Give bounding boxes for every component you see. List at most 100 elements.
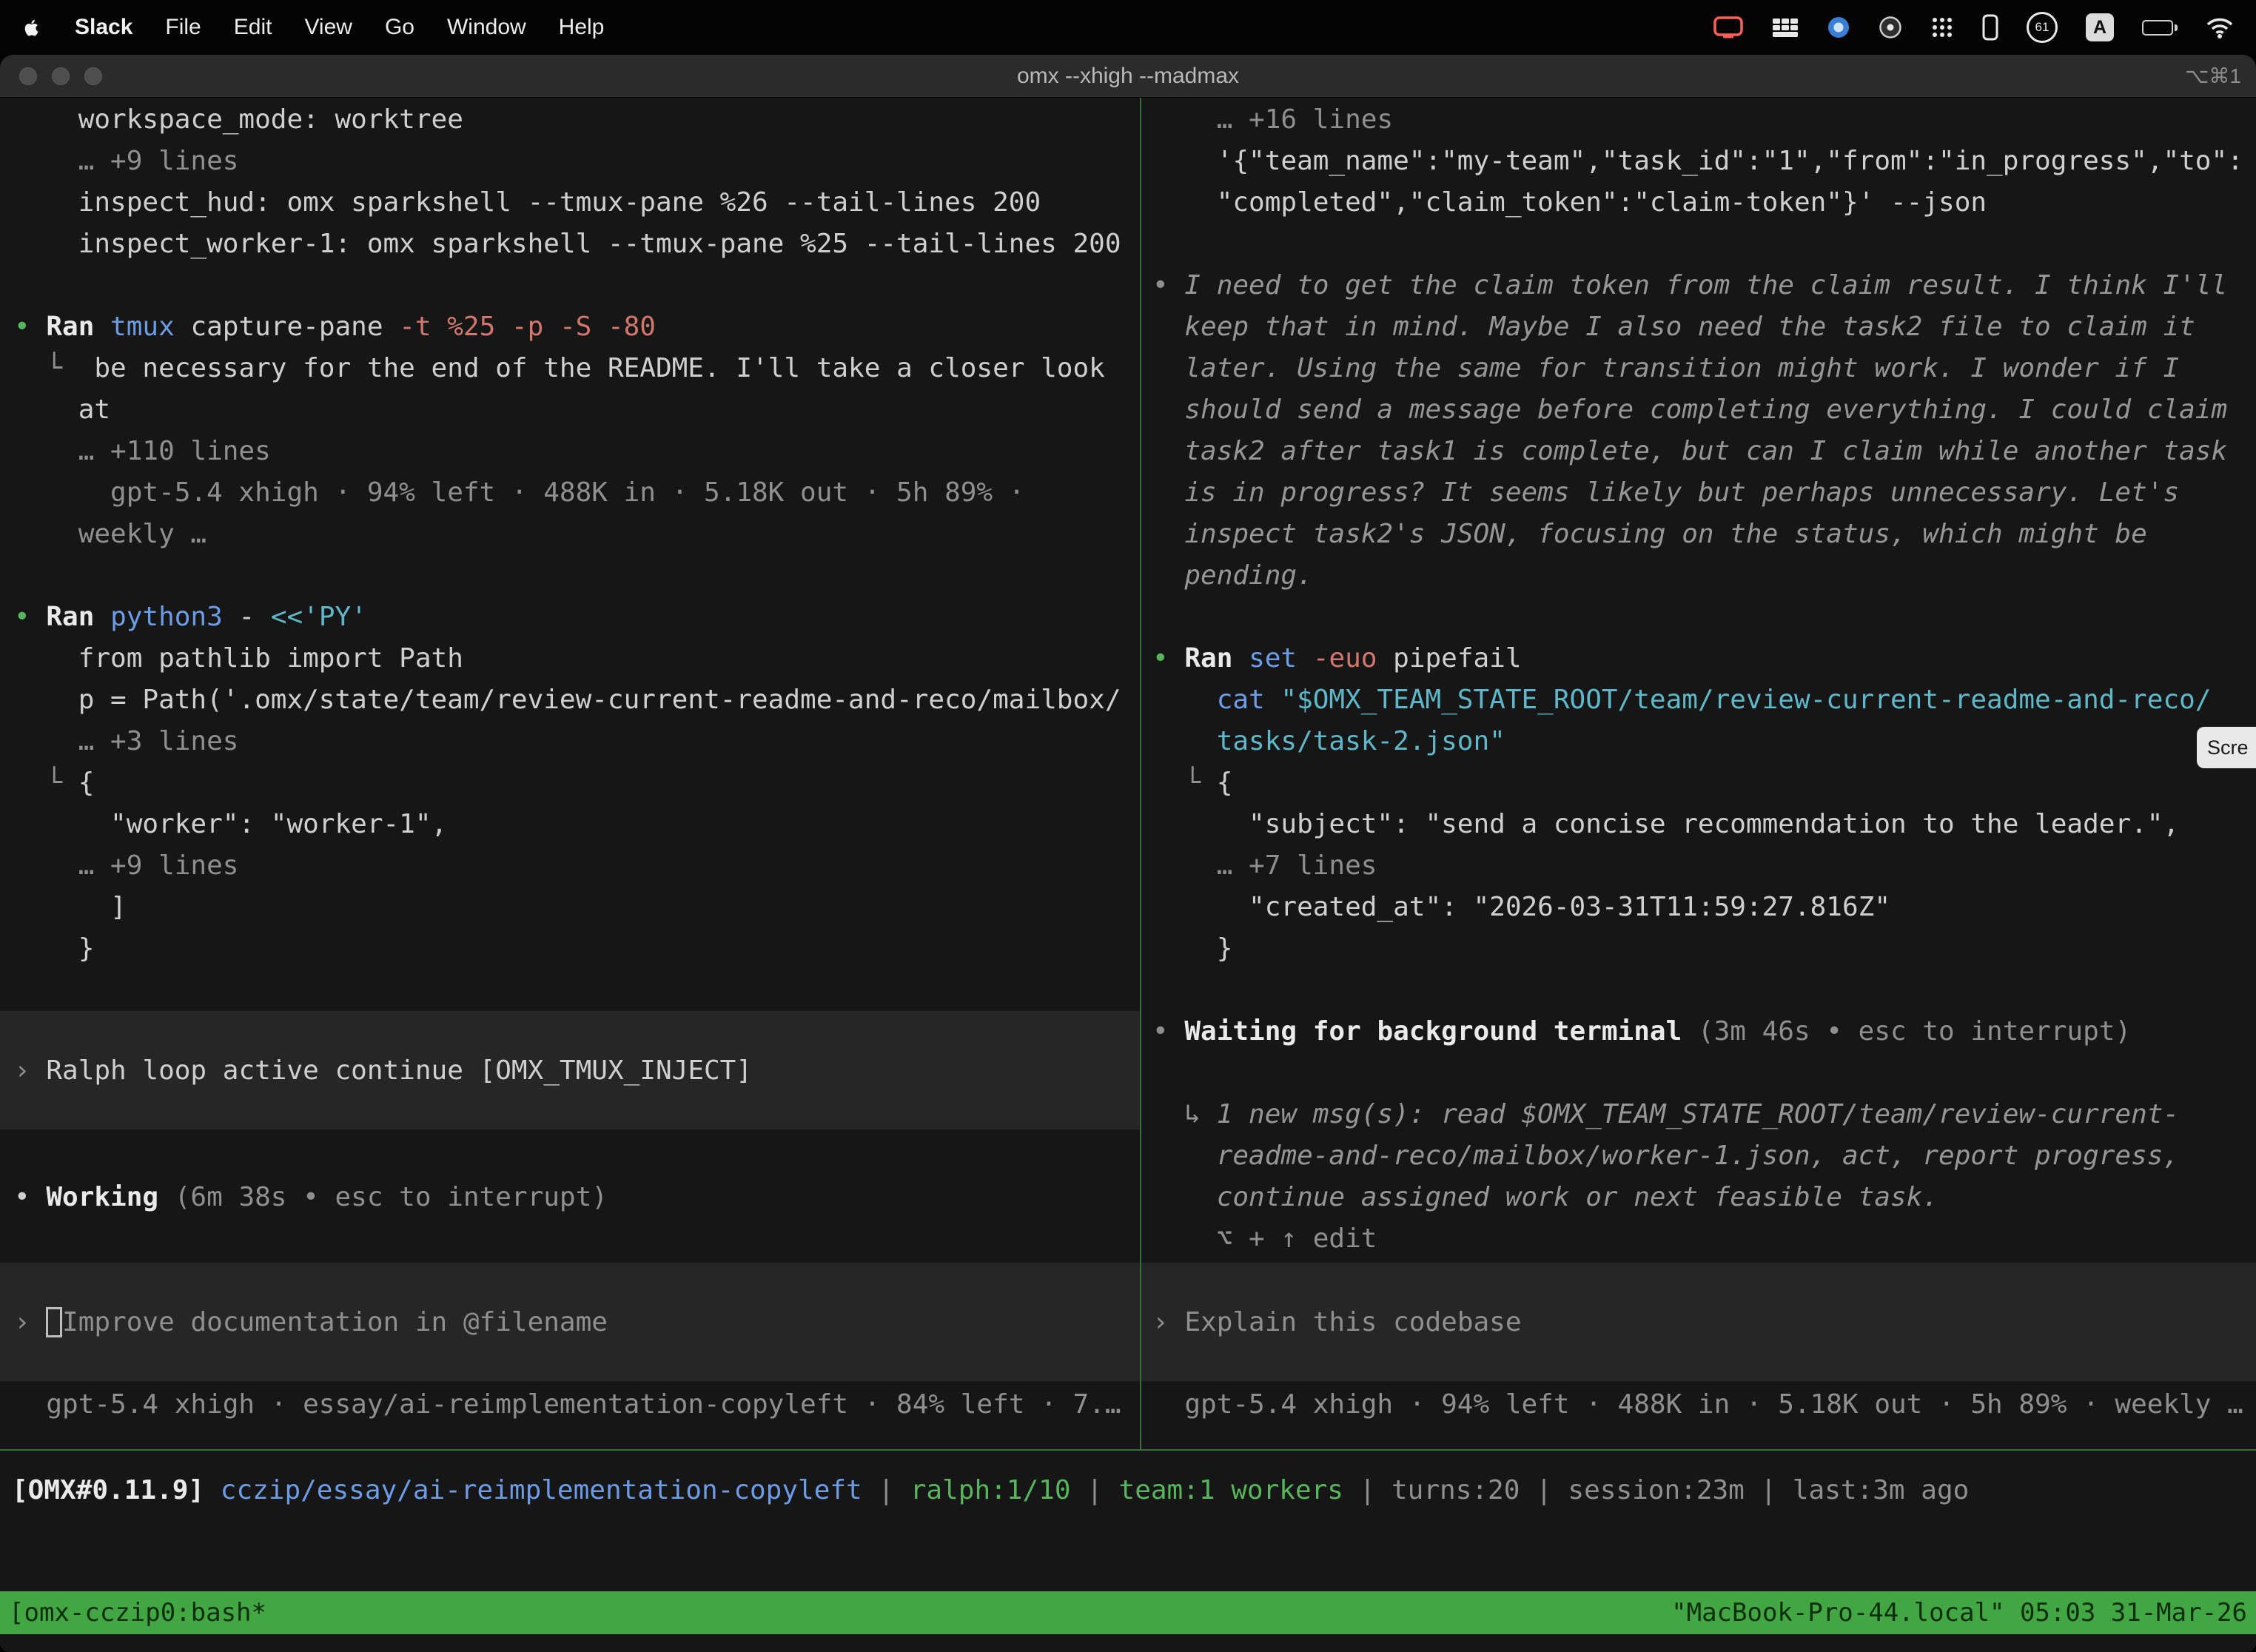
terminal-line: workspace_mode: worktree <box>0 99 1140 141</box>
wifi-icon[interactable] <box>2206 16 2234 38</box>
menu-item-help[interactable]: Help <box>559 15 605 40</box>
terminal-line: inspect_worker-1: omx sparkshell --tmux-… <box>0 224 1140 265</box>
terminal-line: ↳ 1 new msg(s): read $OMX_TEAM_STATE_ROO… <box>1141 1094 2256 1135</box>
dots-grid-icon[interactable] <box>1930 16 1954 39</box>
terminal-line: keep that in mind. Maybe I also need the… <box>1141 306 2256 348</box>
terminal-text-segment: turns:20 <box>1391 1475 1520 1505</box>
terminal-text-segment: task2 after task1 is complete, but can I… <box>1152 436 2227 466</box>
terminal-text-segment: Improve documentation in @filename <box>62 1307 608 1337</box>
terminal-window: omx --xhigh --madmax ⌥⌘1 workspace_mode:… <box>0 55 2256 1652</box>
screen-tooltip: Scre <box>2197 727 2256 768</box>
terminal-text-segment: cczip/essay/ai-reimplementation-copyleft <box>221 1475 862 1505</box>
terminal-line: task2 after task1 is complete, but can I… <box>1141 431 2256 472</box>
terminal-text-segment: Ran <box>46 602 110 632</box>
tmux-session-label: [omx-cczip0:bash* <box>9 1598 266 1628</box>
terminal-text-segment: from pathlib import Path <box>14 643 463 674</box>
terminal-text-segment: • <box>14 602 46 632</box>
terminal-text-segment: › <box>1152 1307 1184 1337</box>
terminal-content: workspace_mode: worktree … +9 lines insp… <box>0 98 2256 1652</box>
terminal-text-segment: • <box>1152 643 1184 674</box>
terminal-line: tasks/task-2.json" <box>1141 721 2256 762</box>
terminal-text-segment: <<'PY' <box>271 602 367 632</box>
terminal-text-segment: pipefail <box>1393 643 1521 674</box>
terminal-text-segment: | <box>1343 1475 1391 1505</box>
menu-item-window[interactable]: Window <box>447 15 526 40</box>
terminal-line: … +16 lines <box>1141 99 2256 141</box>
terminal-line: weekly … <box>0 514 1140 555</box>
terminal-text-segment: cat <box>1152 685 1280 715</box>
terminal-text-segment: tasks/task-2.json" <box>1152 726 1505 756</box>
terminal-text-segment: inspect_hud: omx sparkshell --tmux-pane … <box>14 187 1041 218</box>
menu-bar: Slack File Edit View Go Window Help 61 A <box>0 0 2256 55</box>
bottom-pane[interactable]: [OMX#0.11.9] cczip/essay/ai-reimplementa… <box>0 1451 2256 1591</box>
terminal-text-segment: be necessary for the end of the README. … <box>94 353 1104 383</box>
menu-item-view[interactable]: View <box>304 15 352 40</box>
menu-item-edit[interactable]: Edit <box>234 15 272 40</box>
menu-item-go[interactable]: Go <box>385 15 414 40</box>
terminal-text-segment: Ralph loop active continue [OMX_TMUX_INJ… <box>46 1055 752 1086</box>
terminal-pane-left[interactable]: workspace_mode: worktree … +9 lines insp… <box>0 98 1140 1449</box>
terminal-text-segment: ] <box>14 892 127 922</box>
apple-menu-icon[interactable] <box>22 18 42 38</box>
close-button[interactable] <box>19 67 37 85</box>
terminal-text-segment: { <box>1217 768 1233 798</box>
terminal-line: • I need to get the claim token from the… <box>1141 265 2256 306</box>
terminal-line: … +9 lines <box>0 141 1140 182</box>
prompt-suggestion[interactable]: › Explain this codebase <box>1141 1263 2256 1381</box>
terminal-text-segment: (3m 46s • esc to interrupt) <box>1698 1016 2131 1047</box>
window-controls <box>19 55 102 97</box>
terminal-line: "worker": "worker-1", <box>0 804 1140 845</box>
phone-mirroring-icon[interactable] <box>1982 14 1998 41</box>
terminal-text-segment: › <box>14 1307 46 1337</box>
battery-case <box>2142 20 2173 36</box>
terminal-line: continue assigned work or next feasible … <box>1141 1177 2256 1218</box>
terminal-text-segment: { <box>78 768 95 798</box>
terminal-text-segment: Ran <box>1184 643 1249 674</box>
zoom-button[interactable] <box>84 67 102 85</box>
terminal-line: ] <box>0 887 1140 928</box>
app-icon-blue[interactable] <box>1827 16 1850 39</box>
terminal-text-segment: └ <box>14 353 94 383</box>
terminal-text-segment: continue assigned work or next feasible … <box>1152 1182 1938 1212</box>
terminal-text-segment: "$OMX_TEAM_STATE_ROOT/team/review-curren… <box>1280 685 2211 715</box>
terminal-text-segment: (6m 38s • esc to interrupt) <box>175 1182 608 1212</box>
input-source-icon[interactable]: A <box>2086 13 2114 41</box>
battery-icon[interactable] <box>2142 20 2178 36</box>
terminal-pane-right[interactable]: … +16 lines '{"team_name":"my-team","tas… <box>1141 98 2256 1449</box>
terminal-line: should send a message before completing … <box>1141 389 2256 431</box>
terminal-text-segment: team:1 workers <box>1119 1475 1343 1505</box>
terminal-text-segment: last:3m ago <box>1793 1475 1969 1505</box>
terminal-text-segment: workspace_mode: worktree <box>14 104 463 135</box>
terminal-text-segment: - <box>238 602 270 632</box>
grid-icon[interactable] <box>1772 17 1799 38</box>
tmux-clock: "MacBook-Pro-44.local" 05:03 31-Mar-26 <box>1671 1598 2247 1628</box>
app-menu-slack[interactable]: Slack <box>75 15 132 40</box>
gauge-icon[interactable]: 61 <box>2027 12 2058 43</box>
terminal-text-segment: session:23m <box>1568 1475 1744 1505</box>
terminal-text-segment: ↳ 1 new msg(s): read $OMX_TEAM_STATE_ROO… <box>1152 1099 2179 1129</box>
terminal-line <box>0 265 1140 306</box>
terminal-text-segment: Working <box>46 1182 174 1212</box>
prompt-input[interactable]: › Improve documentation in @filename <box>0 1263 1140 1381</box>
app-icon-dark[interactable] <box>1879 16 1902 39</box>
terminal-text-segment: ⌥ + ↑ edit <box>1152 1223 1377 1254</box>
menu-item-file[interactable]: File <box>165 15 201 40</box>
terminal-text-segment: gpt-5.4 xhigh · 94% left · 488K in · 5.1… <box>14 477 1024 508</box>
terminal-text-segment: set <box>1249 643 1313 674</box>
terminal-text-segment: • <box>1152 270 1184 300</box>
terminal-line: } <box>0 928 1140 970</box>
minimize-button[interactable] <box>52 67 70 85</box>
screen-recording-icon[interactable] <box>1713 16 1744 39</box>
terminal-line: is in progress? It seems likely but perh… <box>1141 472 2256 514</box>
terminal-text-segment: … +16 lines <box>1152 104 1393 135</box>
terminal-line: "created_at": "2026-03-31T11:59:27.816Z" <box>1141 887 2256 928</box>
model-status-line: gpt-5.4 xhigh · essay/ai-reimplementatio… <box>0 1384 1140 1426</box>
terminal-line <box>0 555 1140 597</box>
terminal-text-segment: later. Using the same for transition mig… <box>1152 353 2179 383</box>
terminal-text-segment: • <box>1152 1016 1184 1047</box>
terminal-line: └ be necessary for the end of the README… <box>0 348 1140 389</box>
terminal-line: └ { <box>1141 762 2256 804</box>
terminal-line: readme-and-reco/mailbox/worker-1.json, a… <box>1141 1135 2256 1177</box>
ralph-loop-banner[interactable]: › Ralph loop active continue [OMX_TMUX_I… <box>0 1011 1140 1129</box>
terminal-text-segment: -t %25 -p -S -80 <box>399 312 656 342</box>
